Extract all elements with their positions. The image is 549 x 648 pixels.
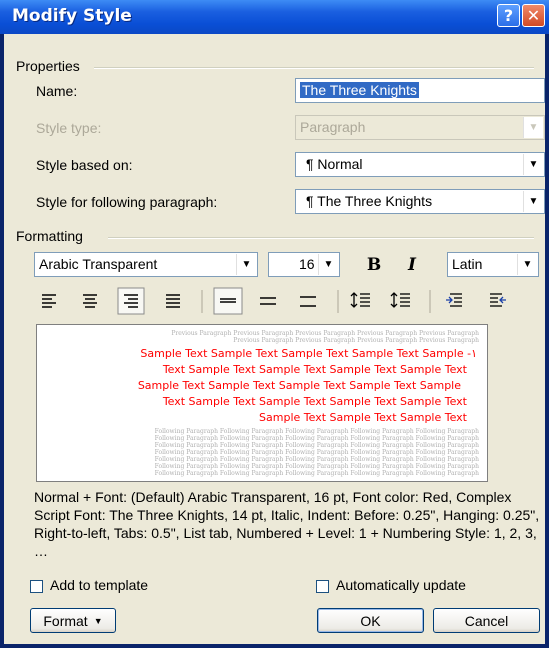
- previous-paragraph-text: Previous Paragraph Previous Paragraph Pr…: [171, 330, 479, 337]
- title-bar[interactable]: Modify Style ? ✕: [0, 0, 549, 34]
- following-paragraph-text: Following Paragraph Following Paragraph …: [154, 435, 479, 442]
- following-select[interactable]: ¶ The Three Knights ▼: [295, 189, 545, 214]
- sample-text-line: Text Sample Text Sample Text Sample Text…: [162, 395, 467, 408]
- triangle-down-icon: ▼: [93, 615, 103, 626]
- following-paragraph-text: Following Paragraph Following Paragraph …: [154, 442, 479, 449]
- format-button[interactable]: Format ▼: [30, 608, 116, 633]
- sample-text-line: Sample Text Sample Text Sample Text Samp…: [137, 379, 461, 392]
- auto-update-checkbox[interactable]: [316, 580, 329, 593]
- chevron-down-icon[interactable]: ▼: [523, 154, 543, 175]
- modify-style-dialog: Modify Style ? ✕ Properties Name: The Th…: [0, 0, 549, 648]
- chevron-down-icon: ▼: [523, 117, 543, 138]
- following-paragraph-text: Following Paragraph Following Paragraph …: [154, 456, 479, 463]
- sample-text-line: Sample Text Sample Text Sample Text: [259, 411, 467, 424]
- style-type-label: Style type:: [36, 120, 102, 136]
- chevron-down-icon[interactable]: ▼: [523, 191, 543, 212]
- name-input[interactable]: The Three Knights: [295, 78, 545, 103]
- based-on-value: ¶ Normal: [306, 156, 363, 172]
- name-label: Name:: [36, 83, 78, 99]
- align-right-active-frame: [117, 287, 145, 315]
- cancel-button[interactable]: Cancel: [433, 608, 540, 633]
- properties-group-label: Properties: [16, 58, 80, 74]
- font-size-value: 16: [299, 256, 315, 272]
- double-spacing-icon[interactable]: [300, 296, 316, 307]
- chevron-down-icon[interactable]: ▼: [318, 254, 338, 275]
- space-before-icon[interactable]: [350, 292, 370, 308]
- based-on-label: Style based on:: [36, 157, 133, 173]
- font-select[interactable]: Arabic Transparent ▼: [34, 252, 258, 277]
- add-to-template-checkbox[interactable]: [30, 580, 43, 593]
- ok-button[interactable]: OK: [317, 608, 424, 633]
- justify-icon[interactable]: [166, 294, 180, 308]
- font-value: Arabic Transparent: [39, 256, 158, 272]
- close-button[interactable]: ✕: [522, 4, 545, 27]
- following-paragraph-text: Following Paragraph Following Paragraph …: [154, 470, 479, 477]
- sample-text-line: Sample Text Sample Text Sample Text Samp…: [140, 347, 477, 360]
- formatting-divider: [108, 237, 534, 239]
- bold-button[interactable]: B: [362, 253, 386, 277]
- help-button[interactable]: ?: [497, 4, 520, 27]
- align-left-icon[interactable]: [42, 294, 56, 308]
- style-type-select: Paragraph ▼: [295, 115, 545, 140]
- dialog-body: Properties Name: The Three Knights Style…: [4, 34, 545, 644]
- decrease-indent-icon[interactable]: [446, 293, 462, 307]
- add-to-template-label[interactable]: Add to template: [50, 577, 148, 593]
- dialog-title: Modify Style: [12, 6, 132, 26]
- following-paragraph-text: Following Paragraph Following Paragraph …: [154, 449, 479, 456]
- following-paragraph-text: Following Paragraph Following Paragraph …: [154, 463, 479, 470]
- format-button-label: Format: [43, 612, 88, 629]
- single-spacing-active-frame: [213, 287, 243, 315]
- paragraph-toolbar: [42, 287, 506, 315]
- style-type-value: Paragraph: [300, 119, 366, 135]
- script-value: Latin: [452, 256, 483, 272]
- style-preview: Previous Paragraph Previous Paragraph Pr…: [36, 324, 488, 482]
- style-description: Normal + Font: (Default) Arabic Transpar…: [34, 489, 540, 559]
- properties-divider: [94, 67, 534, 69]
- name-input-value: The Three Knights: [300, 82, 419, 98]
- chevron-down-icon[interactable]: ▼: [517, 254, 537, 275]
- following-value: ¶ The Three Knights: [306, 193, 433, 209]
- previous-paragraph-text: Previous Paragraph Previous Paragraph Pr…: [233, 337, 479, 344]
- following-paragraph-text: Following Paragraph Following Paragraph …: [154, 428, 479, 435]
- based-on-select[interactable]: ¶ Normal ▼: [295, 152, 545, 177]
- align-center-icon[interactable]: [83, 294, 97, 308]
- formatting-group-label: Formatting: [16, 228, 83, 244]
- sample-text-line: Text Sample Text Sample Text Sample Text…: [162, 363, 467, 376]
- increase-indent-icon[interactable]: [490, 293, 506, 307]
- one-half-spacing-icon[interactable]: [260, 297, 276, 305]
- auto-update-label[interactable]: Automatically update: [336, 577, 466, 593]
- script-select[interactable]: Latin ▼: [447, 252, 539, 277]
- font-size-select[interactable]: 16 ▼: [268, 252, 340, 277]
- italic-button[interactable]: I: [400, 253, 424, 277]
- chevron-down-icon[interactable]: ▼: [236, 254, 256, 275]
- space-after-icon[interactable]: [390, 292, 410, 308]
- following-label: Style for following paragraph:: [36, 194, 218, 210]
